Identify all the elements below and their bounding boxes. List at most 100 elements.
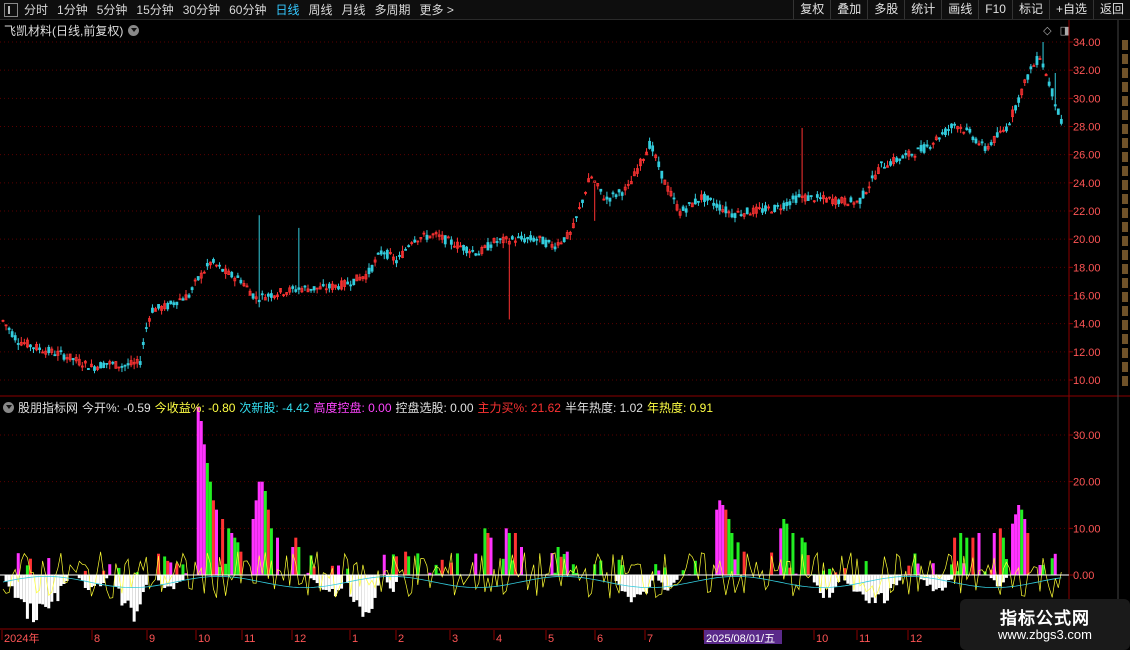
indicator-positive-bar [510, 560, 514, 575]
date-label: 4 [496, 633, 502, 645]
candle-body [1029, 66, 1033, 70]
candle-body [944, 128, 947, 136]
candle-body [193, 279, 197, 282]
candle-body [678, 211, 682, 216]
period-tab-1[interactable]: 1分钟 [57, 1, 88, 18]
indicator-positive-bar [312, 566, 316, 575]
candle-body [544, 239, 548, 248]
clipped-sidebar-glyph [1122, 250, 1128, 260]
indicator-negative-bar [175, 575, 179, 583]
period-tab-9[interactable]: 多周期 [375, 1, 411, 18]
candle-body [77, 358, 81, 366]
indicator-negative-bar [157, 575, 161, 581]
candle-body [385, 249, 389, 259]
candle-body [767, 206, 770, 209]
indicator-positive-bar [828, 568, 832, 575]
price-tick-label: 18.00 [1073, 262, 1101, 274]
candle-body [62, 354, 66, 360]
clipped-sidebar-glyph [1122, 54, 1128, 64]
candle-body [556, 242, 560, 246]
indicator-positive-bar [309, 555, 313, 575]
kline-chart-canvas[interactable]: 34.0032.0030.0028.0026.0024.0022.0020.00… [0, 0, 1130, 650]
indicator-positive-bar [437, 573, 441, 575]
candle-body [907, 150, 911, 157]
candle-body [135, 358, 139, 364]
indicator-negative-bar [858, 575, 862, 592]
period-tab-6[interactable]: 日线 [275, 1, 299, 18]
candle-body [815, 194, 819, 198]
chart-menu-icon[interactable] [128, 25, 140, 36]
clipped-sidebar-glyph [1122, 348, 1128, 358]
indicator-negative-bar [831, 575, 835, 593]
indicator-positive-bar [260, 481, 264, 575]
indicator-negative-bar [876, 575, 880, 595]
period-tab-10[interactable]: 更多 > [420, 1, 454, 18]
toolbar-button-0[interactable]: 复权 [793, 0, 830, 19]
indicator-positive-bar [181, 564, 185, 575]
indicator-positive-bar [520, 547, 523, 575]
candle-body [361, 276, 365, 279]
indicator-positive-bar [617, 559, 621, 575]
indicator-menu-icon[interactable] [3, 402, 14, 413]
indicator-name[interactable]: 股朋指标网 [18, 399, 78, 416]
indicator-positive-bar [297, 547, 301, 575]
toolbar-button-7[interactable]: +自选 [1048, 0, 1093, 19]
period-tab-4[interactable]: 30分钟 [183, 1, 220, 18]
candle-body [886, 165, 889, 168]
indicator-negative-bar [629, 575, 633, 603]
toolbar-button-5[interactable]: F10 [978, 0, 1012, 19]
indicator-negative-bar [873, 575, 877, 604]
toolbar-button-4[interactable]: 画线 [941, 0, 978, 19]
indicator-positive-bar [1004, 559, 1008, 575]
toolbar-button-8[interactable]: 返回 [1092, 0, 1130, 19]
price-tick-label: 12.00 [1073, 347, 1101, 359]
toolbar-button-6[interactable]: 标记 [1011, 0, 1049, 19]
panel-toggle-icon[interactable]: ◨ [1060, 24, 1070, 37]
candle-body [1023, 79, 1027, 83]
candle-body [568, 231, 572, 235]
indicator-negative-bar [141, 575, 145, 593]
clipped-sidebar-glyph [1122, 236, 1128, 246]
candle-body [535, 238, 539, 241]
period-tab-2[interactable]: 5分钟 [97, 1, 128, 18]
indicator-positive-bar [330, 565, 334, 575]
clipped-sidebar-glyph [1122, 82, 1128, 92]
indicator-positive-bar [449, 562, 453, 575]
period-tab-3[interactable]: 15分钟 [136, 1, 173, 18]
indicator-negative-bar [632, 575, 636, 598]
period-tab-8[interactable]: 月线 [342, 1, 366, 18]
indicator-negative-bar [333, 575, 337, 597]
indicator-negative-bar [120, 575, 124, 606]
candle-body [285, 292, 289, 295]
toolbar-button-3[interactable]: 统计 [904, 0, 941, 19]
indicator-negative-bar [28, 575, 32, 604]
clipped-sidebar-glyph [1122, 264, 1128, 274]
candle-body [364, 274, 368, 280]
candle-body [748, 213, 752, 216]
candle-body [980, 141, 984, 144]
candle-body [456, 241, 459, 249]
toolbar-button-1[interactable]: 叠加 [830, 0, 867, 19]
indicator-negative-bar [86, 575, 90, 591]
period-tab-7[interactable]: 周线 [308, 1, 332, 18]
indicator-positive-bar [196, 407, 200, 575]
candle-body [266, 293, 270, 297]
candle-body [449, 239, 453, 245]
watermark-url: www.zbgs3.com [998, 627, 1092, 642]
candle-body [462, 244, 465, 251]
indicator-positive-bar [1026, 533, 1030, 575]
period-tab-5[interactable]: 60分钟 [229, 1, 266, 18]
diamond-icon[interactable]: ◇ [1043, 24, 1051, 37]
indicator-positive-bar [779, 528, 783, 575]
indicator-negative-bar [93, 575, 96, 586]
toolbar-button-2[interactable]: 多股 [867, 0, 904, 19]
indicator-negative-bar [620, 575, 624, 592]
indicator-negative-bar [327, 575, 331, 592]
candle-body [154, 308, 157, 312]
indicator-positive-bar [102, 570, 106, 575]
sidebar-toggle-icon[interactable] [4, 2, 18, 17]
stock-title: 飞凯材料(日线,前复权) [4, 24, 124, 38]
indicator-positive-bar [1038, 565, 1042, 575]
period-tab-0[interactable]: 分时 [24, 1, 48, 18]
indicator-negative-bar [129, 575, 133, 608]
